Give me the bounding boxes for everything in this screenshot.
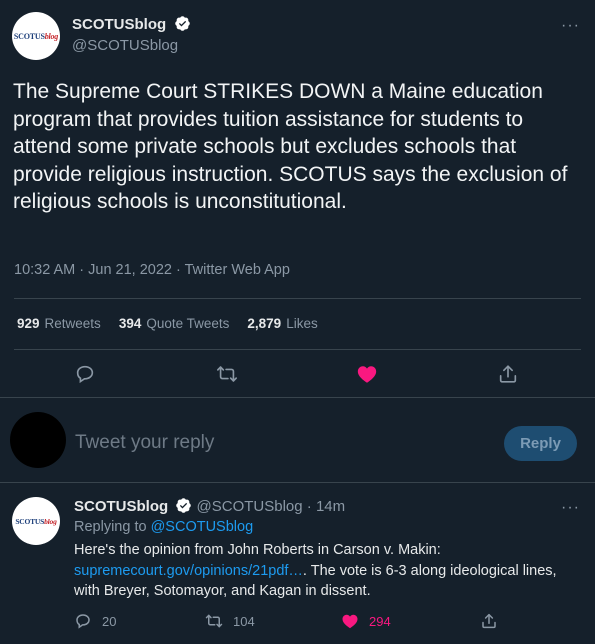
reply-icon[interactable]: [74, 612, 92, 630]
avatar-logo: SCOTUSblog: [15, 516, 57, 526]
reply-input[interactable]: Tweet your reply: [75, 432, 214, 454]
reply-retweets-action[interactable]: 104: [205, 612, 255, 630]
opinion-link[interactable]: supremecourt.gov/opinions/21pdf…: [74, 563, 303, 579]
reply-replies-action[interactable]: 20: [74, 612, 116, 630]
reply-header: SCOTUSblog @SCOTUSblog · 14m: [74, 497, 345, 515]
likes-count: 294: [369, 613, 391, 629]
reply-likes-action[interactable]: 294: [341, 612, 391, 630]
retweet-icon[interactable]: [205, 612, 223, 630]
reply-icon[interactable]: [72, 361, 98, 387]
tweet-meta[interactable]: 10:32 AM · Jun 21, 2022 · Twitter Web Ap…: [14, 262, 290, 278]
reply-time[interactable]: · 14m: [307, 498, 345, 515]
divider: [0, 482, 595, 483]
divider: [14, 349, 581, 350]
retweets-count: 104: [233, 613, 255, 629]
verified-badge-icon: [174, 16, 190, 31]
reply-author-avatar[interactable]: SCOTUSblog: [12, 497, 60, 545]
tweet-text: The Supreme Court STRIKES DOWN a Maine e…: [13, 80, 568, 214]
author-name[interactable]: SCOTUSblog: [72, 16, 166, 33]
divider: [0, 397, 595, 398]
retweets-stat[interactable]: 929 Retweets: [17, 316, 101, 331]
replies-count: 20: [102, 613, 117, 629]
tweet-stats: 929 Retweets 394 Quote Tweets 2,879 Likes: [17, 316, 336, 331]
user-avatar[interactable]: [10, 412, 66, 468]
quotes-stat[interactable]: 394 Quote Tweets: [119, 316, 230, 331]
reply-author-name[interactable]: SCOTUSblog: [74, 498, 168, 515]
likes-stat[interactable]: 2,879 Likes: [247, 316, 317, 331]
more-icon[interactable]: ···: [561, 18, 580, 34]
reply-text: Here's the opinion from John Roberts in …: [74, 540, 584, 602]
reply-author-handle[interactable]: @SCOTUSblog: [197, 498, 303, 515]
divider: [14, 298, 581, 299]
reply-text-line1: Here's the opinion from John Roberts in …: [74, 542, 441, 558]
share-icon[interactable]: [480, 612, 498, 630]
author-handle[interactable]: @SCOTUSblog: [72, 37, 178, 54]
reply-button[interactable]: Reply: [504, 426, 577, 461]
reply-share-action[interactable]: [480, 612, 498, 630]
share-icon[interactable]: [495, 361, 521, 387]
like-icon[interactable]: [354, 361, 380, 387]
author-avatar[interactable]: SCOTUSblog: [12, 12, 60, 60]
replying-to-handle[interactable]: @SCOTUSblog: [151, 519, 254, 535]
author-name-row[interactable]: SCOTUSblog: [72, 15, 191, 34]
verified-badge-icon: [176, 498, 192, 513]
like-icon[interactable]: [341, 612, 359, 630]
retweet-icon[interactable]: [214, 361, 240, 387]
reply-text-line3: with Breyer, Sotomayor, and Kagan in dis…: [74, 583, 371, 599]
avatar-logo: SCOTUSblog: [13, 31, 59, 41]
replying-to: Replying to @SCOTUSblog: [74, 519, 254, 535]
more-icon[interactable]: ···: [561, 500, 580, 516]
